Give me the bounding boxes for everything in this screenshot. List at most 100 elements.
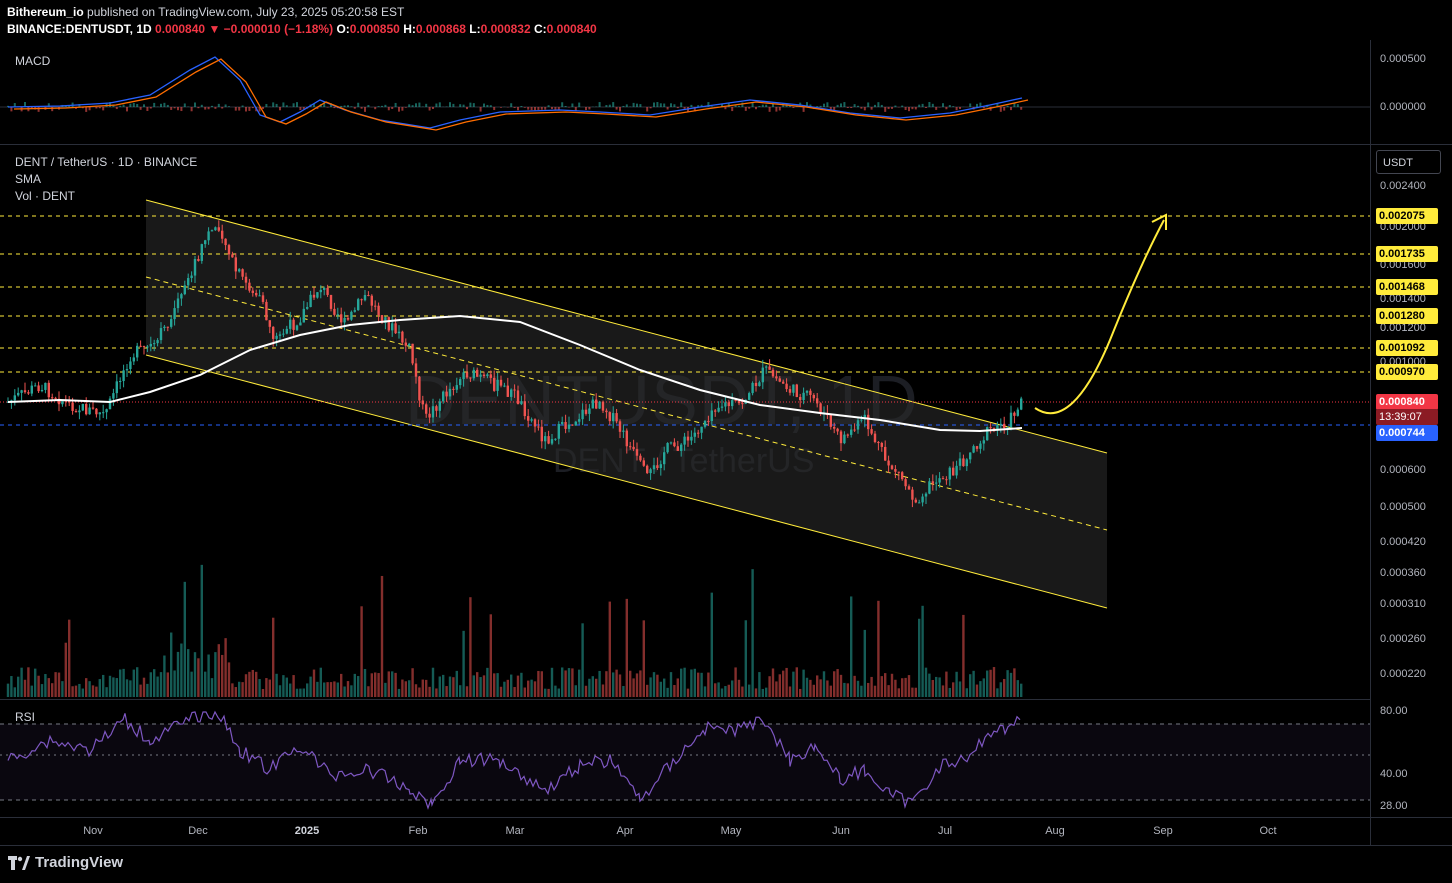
volume-bar — [336, 682, 339, 697]
macd-hist-bar — [942, 103, 944, 107]
candle-body — [642, 460, 645, 466]
macd-hist-bar — [840, 103, 842, 107]
candle-body — [833, 426, 836, 429]
candle-body — [720, 406, 724, 408]
volume-bar — [462, 630, 465, 697]
candle-body — [554, 438, 557, 440]
macd-hist-bar — [680, 102, 683, 107]
candle-body — [204, 240, 207, 245]
candle-body — [241, 269, 244, 277]
macd-hist-bar — [853, 104, 856, 107]
close-label: C: — [534, 22, 547, 36]
candle-body — [921, 496, 924, 503]
volume-bar — [176, 651, 180, 697]
macd-hist-bar — [935, 107, 938, 110]
candle-body — [550, 439, 554, 444]
level-price-label[interactable]: 0.000970 — [1376, 364, 1438, 380]
level-price-label[interactable]: 0.001735 — [1376, 246, 1438, 262]
candle-body — [129, 361, 132, 370]
candle-body — [928, 481, 931, 494]
candle-body — [268, 320, 271, 327]
tradingview-logo-icon — [8, 855, 30, 870]
publish-date: published on TradingView.com, July 23, 2… — [87, 5, 405, 19]
candle-body — [853, 429, 856, 431]
volume-bar — [255, 671, 258, 697]
volume-bar — [146, 683, 149, 697]
volume-bar — [965, 688, 968, 697]
candle-body — [333, 308, 336, 315]
macd-hist-bar — [466, 107, 468, 110]
current-price-label[interactable]: 0.000840 — [1376, 394, 1438, 410]
candle-body — [584, 409, 588, 414]
candle-body — [819, 403, 822, 414]
publisher-name[interactable]: Bithereum_io — [7, 5, 84, 19]
volume-bar — [826, 680, 829, 697]
macd-hist-bar — [666, 107, 669, 110]
volume-bar — [108, 675, 112, 697]
macd-hist-bar — [387, 107, 390, 111]
macd-legend[interactable]: MACD — [15, 54, 50, 68]
candle-body — [363, 295, 367, 301]
volume-bar — [149, 672, 152, 697]
currency-button[interactable]: USDT — [1376, 150, 1441, 174]
volume-bar — [326, 682, 329, 697]
tradingview-logo[interactable]: TradingView — [8, 854, 123, 871]
macd-hist-bar — [792, 107, 795, 109]
macd-hist-bar — [734, 105, 737, 107]
macd-hist-bar — [833, 107, 836, 110]
volume-bar — [272, 617, 275, 697]
volume-bar — [744, 620, 747, 697]
candle-body — [397, 331, 401, 334]
candle-body — [771, 369, 775, 377]
volume-legend[interactable]: Vol · DENT — [15, 189, 75, 203]
volume-bar — [210, 678, 214, 697]
macd-hist-bar — [921, 103, 924, 107]
macd-hist-bar — [884, 107, 887, 112]
macd-hist-bar — [659, 103, 662, 107]
candle-body — [119, 381, 122, 383]
candle-body — [435, 406, 438, 411]
price-change: −0.000010 (−1.18%) — [223, 22, 334, 36]
sma-legend[interactable]: SMA — [15, 172, 41, 186]
last-price: 0.000840 — [155, 22, 206, 36]
macd-hist-bar — [163, 102, 166, 107]
volume-bar — [248, 671, 251, 697]
volume-bar — [771, 668, 775, 697]
level-price-label[interactable]: 0.001280 — [1376, 308, 1438, 324]
sma-price-label[interactable]: 0.000744 — [1376, 425, 1438, 441]
candle-body — [200, 244, 203, 261]
close-value: 0.000840 — [546, 22, 597, 36]
candle-body — [880, 442, 883, 447]
macd-hist-bar — [1010, 107, 1012, 111]
macd-hist-bar — [598, 102, 601, 107]
volume-bar — [952, 682, 955, 697]
rsi-legend[interactable]: RSI — [15, 710, 35, 724]
macd-hist-bar — [275, 103, 278, 107]
main-legend-title[interactable]: DENT / TetherUS · 1D · BINANCE — [15, 155, 197, 169]
volume-bar — [37, 675, 40, 697]
chart-canvas[interactable] — [0, 0, 1452, 883]
level-price-label[interactable]: 0.001092 — [1376, 340, 1438, 356]
macd-hist-bar — [102, 107, 105, 111]
volume-bar — [261, 688, 265, 697]
volume-bar — [754, 688, 758, 697]
symbol-name[interactable]: BINANCE:DENTUSDT, 1D — [7, 22, 152, 36]
candle-body — [952, 467, 955, 476]
volume-bar — [856, 680, 860, 697]
volume-bar — [476, 672, 479, 697]
candle-body — [867, 414, 870, 430]
volume-bar — [129, 680, 132, 697]
candle-body — [411, 343, 414, 364]
macd-hist-bar — [469, 102, 472, 107]
projection-arrow-icon[interactable] — [1034, 219, 1165, 415]
time-axis-label: Feb — [408, 825, 428, 837]
candle-body — [51, 397, 54, 399]
candle-body — [173, 308, 176, 320]
volume-bar — [530, 679, 533, 697]
level-price-label[interactable]: 0.002075 — [1376, 208, 1438, 224]
level-price-label[interactable]: 0.001468 — [1376, 279, 1438, 295]
candle-body — [367, 295, 370, 297]
price-axis-tick: 0.000220 — [1380, 668, 1426, 680]
volume-bar — [180, 643, 183, 697]
candle-body — [856, 420, 860, 430]
